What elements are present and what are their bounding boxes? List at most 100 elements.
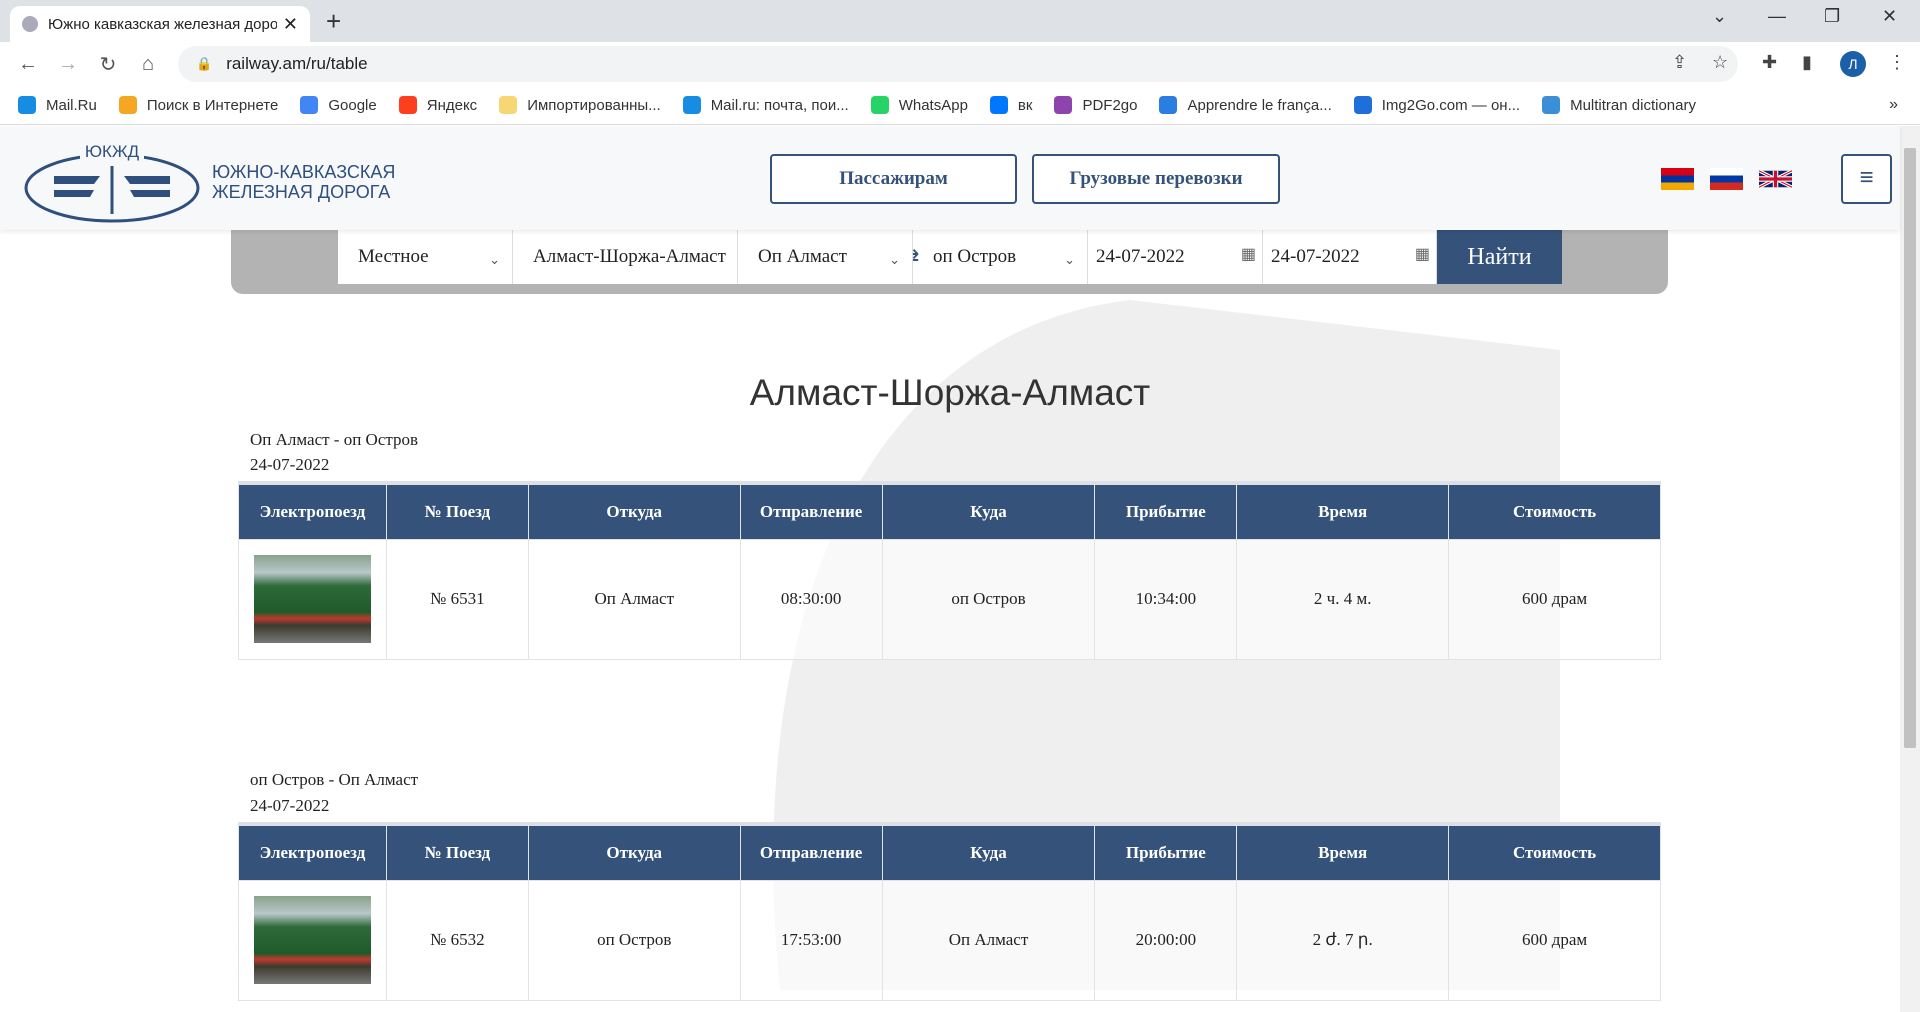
restore-button[interactable]: ❐ <box>1824 6 1840 27</box>
trip-date: 24-07-2022 <box>250 796 330 815</box>
bookmark-item[interactable]: PDF2go <box>1054 96 1137 114</box>
chevron-down-icon: ⌄ <box>1064 252 1075 267</box>
column-header: № Поезд <box>385 481 529 540</box>
column-header: Куда <box>881 822 1096 881</box>
svg-text:ЮКЖД: ЮКЖД <box>85 142 140 161</box>
cell-to: Оп Алмаст <box>881 879 1096 1001</box>
column-header: Отправление <box>739 481 883 540</box>
column-header: № Поезд <box>385 822 529 881</box>
bookmark-icon <box>499 96 518 114</box>
bookmark-icon <box>1159 96 1178 114</box>
date-from-input[interactable]: 24-07-2022 ▦ <box>1088 230 1263 284</box>
bookmark-item[interactable]: Импортированны... <box>499 96 661 114</box>
calendar-icon: ▦ <box>1240 246 1256 263</box>
column-header: Отправление <box>739 822 883 881</box>
cell-arrive: 20:00:00 <box>1094 879 1238 1001</box>
address-bar-row: ← → ↻ ⌂ 🔒 railway.am/ru/table ⇪ ☆ ✚ ▮ Л ⋮ <box>0 42 1920 86</box>
lock-icon: 🔒 <box>196 56 213 71</box>
find-button[interactable]: Найти <box>1437 230 1562 284</box>
cell-arrive: 10:34:00 <box>1094 538 1238 660</box>
menu-dots-icon[interactable]: ⋮ <box>1888 52 1906 73</box>
avatar[interactable]: Л <box>1840 51 1866 77</box>
column-header: Электропоезд <box>238 822 387 881</box>
train-photo <box>253 896 371 984</box>
cell-duration: 2 ժ. 7 ր. <box>1236 879 1450 1001</box>
cell-duration: 2 ч. 4 м. <box>1236 538 1450 660</box>
flag-russian-icon[interactable] <box>1710 168 1743 190</box>
star-icon[interactable]: ☆ <box>1712 52 1728 73</box>
column-header: Прибытие <box>1094 822 1238 881</box>
back-icon[interactable]: ← <box>8 53 48 76</box>
column-header: Откуда <box>527 481 741 540</box>
swap-icon[interactable]: ⇄ <box>913 244 919 270</box>
side-panel-icon[interactable]: ▮ <box>1802 52 1812 73</box>
column-header: Куда <box>881 481 1096 540</box>
to-select[interactable]: ⇄оп Остров⌄ <box>913 230 1088 284</box>
tab-search-icon[interactable]: ⌄ <box>1712 6 1727 27</box>
close-window-button[interactable]: ✕ <box>1882 6 1897 27</box>
chevron-down-icon: ⌄ <box>889 252 900 267</box>
chevron-down-icon: ⌄ <box>489 252 500 267</box>
column-header: Время <box>1236 822 1450 881</box>
column-header: Стоимость <box>1448 481 1661 540</box>
column-header: Откуда <box>527 822 741 881</box>
tab-bar: Южно кавказская железная дорога ✕ + ⌄ — ❐… <box>0 0 1920 42</box>
flag-english-icon[interactable] <box>1759 168 1792 190</box>
bookmark-item[interactable]: Яндекс <box>398 96 477 114</box>
share-icon[interactable]: ⇪ <box>1672 52 1687 73</box>
close-tab-icon[interactable]: ✕ <box>283 14 298 35</box>
home-icon[interactable]: ⌂ <box>128 53 168 76</box>
cell-depart: 08:30:00 <box>739 538 883 660</box>
bookmark-item[interactable]: Multitran dictionary <box>1542 96 1696 114</box>
column-header: Время <box>1236 481 1450 540</box>
column-header: Стоимость <box>1448 822 1661 881</box>
cell-number: № 6531 <box>385 538 529 660</box>
cell-from: Оп Алмаст <box>527 538 741 660</box>
bookmark-icon <box>989 96 1008 114</box>
route-select[interactable]: Алмаст-Шоржа-Алмаст <box>513 230 738 284</box>
rail-logo-icon: ЮКЖД <box>24 142 200 223</box>
bookmark-item[interactable]: Mail.Ru <box>18 96 97 114</box>
cell-to: оп Остров <box>881 538 1096 660</box>
extensions-icon[interactable]: ✚ <box>1762 52 1777 73</box>
bookmark-item[interactable]: Apprendre le frança... <box>1159 96 1332 114</box>
new-tab-button[interactable]: + <box>326 6 341 37</box>
bookmark-icon <box>1054 96 1073 114</box>
cell-price: 600 драм <box>1448 538 1661 660</box>
bookmark-item[interactable]: вк <box>989 96 1032 114</box>
bookmarks-bar: Mail.Ru Поиск в Интернете Google Яндекс Импо… <box>0 86 1920 125</box>
reload-icon[interactable]: ↻ <box>88 52 128 77</box>
freight-button[interactable]: Грузовые перевозки <box>1032 154 1280 204</box>
cell-number: № 6532 <box>385 879 529 1001</box>
trip-route: оп Остров - Оп Алмаст <box>250 770 419 789</box>
train-type-select[interactable]: Местное ⌄ <box>338 230 513 284</box>
trip-date: 24-07-2022 <box>250 455 330 474</box>
bookmark-icon <box>870 96 889 114</box>
cell-from: оп Остров <box>527 879 741 1001</box>
url-input[interactable]: 🔒 railway.am/ru/table <box>178 46 1738 82</box>
schedule-table: Электропоезд № Поезд Откуда Отправление Куда… <box>238 481 1661 660</box>
favicon-icon <box>22 16 38 32</box>
passengers-button[interactable]: Пассажирам <box>770 154 1017 204</box>
cell-price: 600 драм <box>1448 879 1661 1001</box>
hamburger-menu-button[interactable]: ≡ <box>1841 154 1892 204</box>
browser-tab[interactable]: Южно кавказская железная дорога ✕ <box>10 6 310 42</box>
forward-icon[interactable]: → <box>48 53 88 76</box>
bookmark-item[interactable]: Поиск в Интернете <box>118 96 278 114</box>
more-bookmarks-icon[interactable]: » <box>1889 96 1898 114</box>
bookmark-item[interactable]: Mail.ru: почта, пои... <box>682 96 849 114</box>
date-to-input[interactable]: 24-07-2022 ▦ <box>1263 230 1437 284</box>
bookmark-item[interactable]: WhatsApp <box>870 96 968 114</box>
train-photo <box>253 555 371 643</box>
bookmark-icon <box>300 96 319 114</box>
bookmark-item[interactable]: Google <box>300 96 377 114</box>
bookmark-item[interactable]: Img2Go.com — он... <box>1353 96 1520 114</box>
from-select[interactable]: Оп Алмаст ⌄ <box>738 230 913 284</box>
bookmark-icon <box>18 96 36 114</box>
site-name[interactable]: ЮЖНО-КАВКАЗСКАЯ ЖЕЛЕЗНАЯ ДОРОГА <box>212 162 395 202</box>
scrollbar[interactable] <box>1900 126 1920 1012</box>
minimize-button[interactable]: — <box>1768 6 1786 27</box>
column-header: Электропоезд <box>238 481 387 540</box>
flag-armenian-icon[interactable] <box>1661 168 1694 190</box>
site-header: ЮКЖД ЮЖНО-КАВКАЗСКАЯ ЖЕЛЕЗНАЯ ДОРОГА Пасс… <box>0 126 1900 230</box>
